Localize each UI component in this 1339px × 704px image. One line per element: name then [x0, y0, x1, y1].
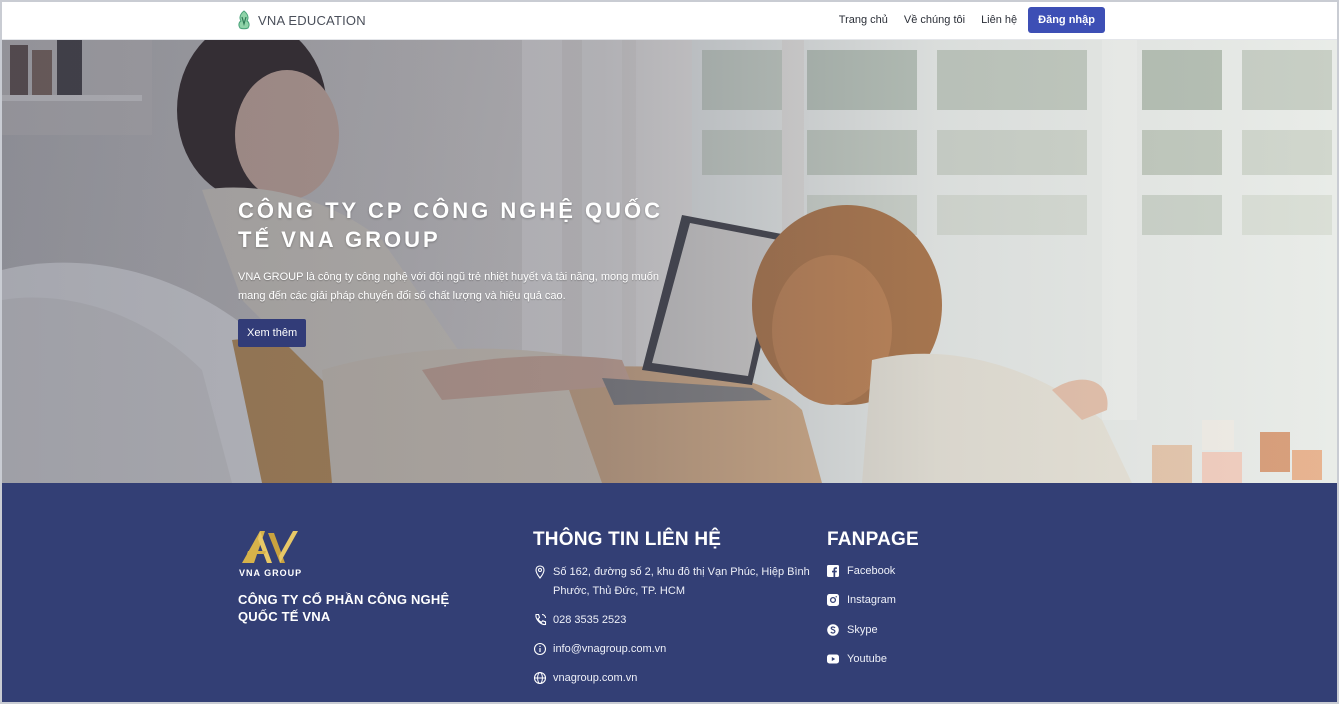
brand[interactable]: VNA EDUCATION	[236, 10, 366, 30]
social-instagram[interactable]: Instagram	[827, 591, 1027, 610]
login-button[interactable]: Đăng nhập	[1028, 7, 1105, 33]
skype-label: Skype	[847, 623, 878, 636]
contact-website: vnagroup.com.vn	[533, 669, 813, 688]
social-facebook[interactable]: Facebook	[827, 561, 1027, 580]
hero-title-line2: TẾ VNA GROUP	[238, 227, 441, 252]
website-text[interactable]: vnagroup.com.vn	[553, 669, 637, 688]
fanpage-heading: FANPAGE	[827, 529, 919, 550]
navbar: VNA EDUCATION Trang chủ Về chúng tôi Liê…	[2, 2, 1337, 40]
info-icon	[533, 642, 547, 656]
brand-name: VNA EDUCATION	[258, 12, 366, 28]
instagram-icon	[827, 594, 839, 606]
facebook-icon	[827, 564, 839, 577]
address-text: Số 162, đường số 2, khu đô thị Vạn Phúc,…	[553, 566, 810, 597]
contact-list: Số 162, đường số 2, khu đô thị Vạn Phúc,…	[533, 563, 813, 688]
hero-banner: CÔNG TY CP CÔNG NGHỆ QUỐC TẾ VNA GROUP V…	[2, 40, 1337, 483]
contact-phone: 028 3535 2523	[533, 611, 813, 630]
youtube-label: Youtube	[847, 653, 887, 665]
company-name: CÔNG TY CỔ PHẦN CÔNG NGHỆ QUỐC TẾ VNA	[238, 592, 450, 624]
hero-description: VNA GROUP là công ty công nghệ với đội n…	[238, 271, 659, 302]
page-frame: VNA EDUCATION Trang chủ Về chúng tôi Liê…	[0, 0, 1339, 704]
instagram-label: Instagram	[847, 594, 896, 606]
footer: VNA GROUP CÔNG TY CỔ PHẦN CÔNG NGHỆ QUỐC…	[2, 483, 1337, 702]
footer-contact: THÔNG TIN LIÊN HỆ Số 162, đường số 2, kh…	[533, 529, 813, 698]
av-logo-text: VNA GROUP	[239, 568, 302, 578]
phone-text[interactable]: 028 3535 2523	[553, 611, 626, 630]
nav-about[interactable]: Về chúng tôi	[904, 14, 965, 26]
contact-address: Số 162, đường số 2, khu đô thị Vạn Phúc,…	[533, 563, 813, 601]
main-nav: Trang chủ Về chúng tôi Liên hệ Đăng nhập	[823, 7, 1105, 33]
vna-logo-icon	[238, 10, 250, 30]
contact-email: info@vnagroup.com.vn	[533, 640, 813, 659]
nav-home[interactable]: Trang chủ	[839, 14, 888, 26]
read-more-button[interactable]: Xem thêm	[238, 319, 307, 347]
av-logo-icon: VNA GROUP	[239, 531, 302, 578]
footer-fanpage: FANPAGE Facebook Instagram Skype Youtube	[827, 529, 1027, 679]
location-pin-icon	[535, 565, 545, 579]
footer-company: VNA GROUP CÔNG TY CỔ PHẦN CÔNG NGHỆ QUỐC…	[238, 529, 458, 625]
hero-content: CÔNG TY CP CÔNG NGHỆ QUỐC TẾ VNA GROUP V…	[238, 196, 678, 347]
email-text[interactable]: info@vnagroup.com.vn	[553, 640, 666, 659]
globe-icon	[533, 671, 547, 685]
hero-title: CÔNG TY CP CÔNG NGHỆ QUỐC TẾ VNA GROUP	[238, 196, 678, 254]
skype-icon	[827, 623, 839, 636]
nav-contact[interactable]: Liên hệ	[981, 14, 1017, 26]
social-youtube[interactable]: Youtube	[827, 650, 1027, 669]
hero-title-line1: CÔNG TY CP CÔNG NGHỆ QUỐC	[238, 198, 664, 223]
phone-icon	[535, 613, 547, 626]
social-list: Facebook Instagram Skype Youtube	[827, 561, 1027, 669]
social-skype[interactable]: Skype	[827, 620, 1027, 639]
facebook-label: Facebook	[847, 564, 896, 577]
youtube-icon	[827, 654, 839, 664]
contact-heading: THÔNG TIN LIÊN HỆ	[533, 529, 722, 550]
